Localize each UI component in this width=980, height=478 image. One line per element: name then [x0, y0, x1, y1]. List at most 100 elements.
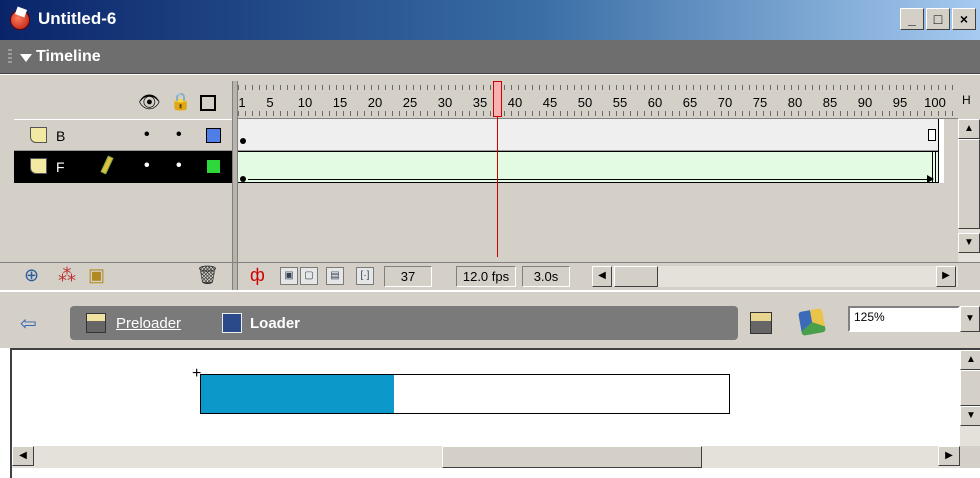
zoom-input[interactable]: 125%: [848, 306, 960, 332]
scroll-thumb[interactable]: [958, 139, 980, 229]
scroll-down-button[interactable]: ▼: [960, 406, 980, 426]
loader-progress-bar[interactable]: [200, 374, 730, 414]
ruler-label: 25: [402, 95, 418, 110]
layer-row-b[interactable]: B • •: [14, 119, 232, 151]
ruler-label: 30: [437, 95, 453, 110]
progress-fill: [201, 375, 394, 413]
zoom-dropdown-button[interactable]: ▼: [960, 306, 980, 332]
timeline-toolbar: ⊕ ⁂ ▣ 🗑 ф ▣ ▢ ▤ [·] 37 12.0 fps 3.0s ◀ ▶: [0, 262, 980, 290]
frames-layer-f[interactable]: [238, 151, 938, 183]
timeline-options-icon[interactable]: H: [962, 93, 971, 107]
layer-icon: [30, 158, 47, 174]
modify-onion-markers-button[interactable]: [·]: [356, 267, 374, 285]
stage-vertical-scrollbar[interactable]: ▲ ▼: [960, 350, 980, 446]
scroll-left-button[interactable]: ◀: [12, 446, 34, 466]
pencil-icon: [100, 155, 114, 175]
ruler-label: 60: [647, 95, 663, 110]
breadcrumb: Preloader Loader: [70, 306, 738, 340]
layer-header: 👁 🔒: [14, 81, 232, 119]
trash-icon[interactable]: 🗑: [196, 265, 219, 285]
scroll-left-button[interactable]: ◀: [592, 266, 612, 287]
ruler-label: 10: [297, 95, 313, 110]
scroll-right-button[interactable]: ▶: [936, 266, 956, 287]
edit-multiple-frames-button[interactable]: ▤: [326, 267, 344, 285]
panel-title: Timeline: [36, 48, 101, 65]
flash-app-icon[interactable]: [10, 10, 30, 30]
maximize-button[interactable]: □: [926, 8, 950, 30]
scroll-thumb[interactable]: [960, 370, 980, 406]
stage-horizontal-scrollbar[interactable]: ◀ ▶: [12, 446, 960, 468]
ruler-label: 65: [682, 95, 698, 110]
scrollbar-corner: [960, 446, 980, 468]
timeline-vertical-scrollbar[interactable]: ▲ ▼: [958, 119, 980, 263]
timeline-panel-header[interactable]: Timeline: [0, 40, 980, 74]
scroll-thumb[interactable]: [442, 446, 702, 468]
breadcrumb-current-symbol: Loader: [250, 315, 301, 332]
movie-clip-symbol-icon: [222, 313, 242, 333]
ruler-label: 100: [924, 95, 946, 110]
panel-grip-icon[interactable]: [8, 49, 12, 65]
scroll-right-button[interactable]: ▶: [938, 446, 960, 466]
ruler-label: 45: [542, 95, 558, 110]
layer-row-f[interactable]: F • •: [14, 151, 232, 183]
end-keyframe[interactable]: [932, 152, 936, 182]
edit-bar: ⇦ Preloader Loader 125% ▼: [0, 292, 980, 348]
insert-folder-icon[interactable]: ▣: [88, 265, 105, 285]
ruler-label: 35: [472, 95, 488, 110]
playhead[interactable]: [493, 81, 502, 117]
frames-layer-b[interactable]: [238, 119, 938, 151]
timeline-horizontal-scrollbar[interactable]: ◀ ▶: [592, 266, 958, 287]
elapsed-time-field: 3.0s: [522, 266, 570, 287]
end-frame[interactable]: [928, 129, 936, 141]
insert-layer-icon[interactable]: ⊕: [24, 265, 39, 285]
lock-icon[interactable]: 🔒: [170, 93, 191, 111]
frame-ruler[interactable]: 1 5 10 15 20 25 30 35 40 45 50 55 60 65 70 75 80 85 90 95 10…: [238, 81, 958, 119]
frames-end-border: [938, 119, 944, 183]
layer-name: F: [56, 159, 65, 175]
center-frame-icon[interactable]: ф: [250, 265, 265, 285]
keyframe[interactable]: [240, 138, 246, 144]
eye-icon[interactable]: 👁: [138, 93, 161, 111]
scroll-up-button[interactable]: ▲: [960, 350, 980, 370]
ruler-label: 1: [238, 95, 246, 110]
scroll-down-button[interactable]: ▼: [958, 233, 980, 253]
scroll-up-button[interactable]: ▲: [958, 119, 980, 139]
timeline-panel: 👁 🔒 B • • F • • 1 5 10 15 20 25 30 35 40 45 50 55 60…: [0, 75, 980, 289]
ruler-label: 20: [367, 95, 383, 110]
lock-dot[interactable]: •: [176, 127, 182, 143]
minimize-button[interactable]: _: [900, 8, 924, 30]
frame-rate-field[interactable]: 12.0 fps: [456, 266, 516, 287]
outline-icon[interactable]: [200, 95, 216, 111]
scroll-thumb[interactable]: [614, 266, 658, 287]
onion-skin-outlines-button[interactable]: ▢: [300, 267, 318, 285]
window-title: Untitled-6: [38, 9, 117, 28]
close-button[interactable]: ×: [952, 8, 976, 30]
ruler-label: 5: [266, 95, 274, 110]
layer-color-swatch[interactable]: [206, 159, 221, 174]
ruler-label: 95: [892, 95, 908, 110]
edit-symbols-icon[interactable]: [798, 308, 826, 336]
edit-scene-icon[interactable]: [750, 312, 772, 334]
add-guide-layer-icon[interactable]: ⁂: [58, 265, 76, 285]
layer-list-empty-area: [14, 183, 232, 261]
ruler-label: 40: [507, 95, 523, 110]
lock-dot[interactable]: •: [176, 158, 182, 174]
toolbar-splitter[interactable]: [232, 263, 238, 290]
ruler-label: 50: [577, 95, 593, 110]
ruler-label: 15: [332, 95, 348, 110]
stage[interactable]: + ▲ ▼ ◀ ▶: [10, 348, 980, 478]
ruler-ticks: [238, 85, 958, 90]
visibility-dot[interactable]: •: [144, 158, 150, 174]
ruler-label: 55: [612, 95, 628, 110]
back-arrow-icon[interactable]: ⇦: [20, 314, 37, 334]
scene-clapper-icon: [86, 313, 106, 333]
ruler-ticks: [238, 111, 958, 116]
onion-skin-button[interactable]: ▣: [280, 267, 298, 285]
breadcrumb-scene-link[interactable]: Preloader: [116, 315, 181, 332]
collapse-arrow-icon[interactable]: [20, 54, 32, 62]
layer-name: B: [56, 128, 66, 144]
visibility-dot[interactable]: •: [144, 127, 150, 143]
keyframe[interactable]: [240, 176, 246, 182]
layer-color-swatch[interactable]: [206, 128, 221, 143]
motion-tween-arrow: [248, 175, 934, 183]
